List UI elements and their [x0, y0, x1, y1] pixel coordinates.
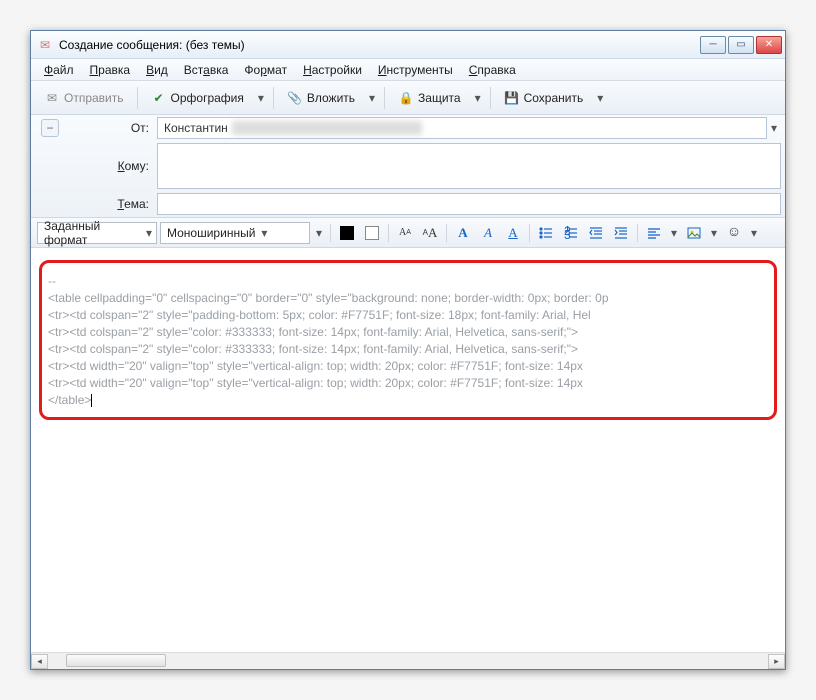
toolbar: ✉ Отправить ✔ Орфография ▾ 📎 Вложить ▾ 🔒… — [31, 81, 785, 115]
attach-button[interactable]: 📎 Вложить — [280, 86, 362, 110]
message-body[interactable]: -- <table cellpadding="0" cellspacing="0… — [31, 248, 785, 669]
emoji-button[interactable]: ☺ — [723, 222, 745, 244]
remove-header-button[interactable]: − — [41, 119, 59, 137]
security-button[interactable]: 🔒 Защита — [391, 86, 468, 110]
save-label: Сохранить — [524, 91, 584, 105]
menu-settings[interactable]: Настройки — [296, 61, 369, 79]
underline-button[interactable]: A — [502, 222, 524, 244]
menu-insert[interactable]: Вставка — [177, 61, 236, 79]
close-button[interactable]: ✕ — [756, 36, 782, 54]
headers: − От: Константин ▾ − Кому: Тема: — [31, 115, 785, 218]
menu-tools[interactable]: Инструменты — [371, 61, 460, 79]
bullet-list-button[interactable] — [535, 222, 557, 244]
paperclip-icon: 📎 — [287, 90, 303, 106]
window-title: Создание сообщения: (без темы) — [59, 38, 700, 52]
scroll-thumb[interactable] — [66, 654, 166, 667]
format-toolbar: Заданный формат▾ Моноширинный▾ ▾ AA AA A… — [31, 218, 785, 248]
code-content: -- <table cellpadding="0" cellspacing="0… — [48, 273, 768, 409]
from-field[interactable]: Константин — [157, 117, 767, 139]
menu-file[interactable]: Файл — [37, 61, 81, 79]
spelling-dropdown[interactable]: ▾ — [255, 87, 267, 109]
spelling-label: Орфография — [171, 91, 244, 105]
menu-format[interactable]: Формат — [237, 61, 294, 79]
security-label: Защита — [418, 91, 461, 105]
align-button[interactable] — [643, 222, 665, 244]
highlight-box: -- <table cellpadding="0" cellspacing="0… — [39, 260, 777, 420]
save-dropdown[interactable]: ▾ — [594, 87, 606, 109]
bg-color-button[interactable] — [361, 222, 383, 244]
separator — [490, 87, 491, 109]
indent-button[interactable] — [610, 222, 632, 244]
number-list-button[interactable]: 123 — [560, 222, 582, 244]
check-icon: ✔ — [151, 90, 167, 106]
menu-edit[interactable]: Правка — [83, 61, 138, 79]
from-dropdown[interactable]: ▾ — [767, 121, 781, 135]
emoji-dropdown[interactable]: ▾ — [748, 222, 760, 244]
security-dropdown[interactable]: ▾ — [472, 87, 484, 109]
outdent-button[interactable] — [585, 222, 607, 244]
text-color-button[interactable] — [336, 222, 358, 244]
font-family-combo[interactable]: Моноширинный▾ — [160, 222, 310, 244]
insert-dropdown[interactable]: ▾ — [708, 222, 720, 244]
scroll-left-button[interactable]: ◂ — [31, 654, 48, 669]
align-dropdown[interactable]: ▾ — [668, 222, 680, 244]
subject-label: Тема: — [65, 197, 157, 211]
subject-field[interactable] — [157, 193, 781, 215]
send-label: Отправить — [64, 91, 124, 105]
spelling-button[interactable]: ✔ Орфография — [144, 86, 251, 110]
send-button[interactable]: ✉ Отправить — [37, 86, 131, 110]
font-size-dropdown[interactable]: ▾ — [313, 222, 325, 244]
attach-dropdown[interactable]: ▾ — [366, 87, 378, 109]
to-field[interactable] — [157, 143, 781, 189]
from-label: От: — [65, 121, 157, 135]
separator — [637, 224, 638, 242]
titlebar: ✉ Создание сообщения: (без темы) ─ ▭ ✕ — [31, 31, 785, 59]
horizontal-scrollbar[interactable]: ◂ ▸ — [31, 652, 785, 669]
separator — [273, 87, 274, 109]
to-label: Кому: — [65, 159, 157, 173]
attach-label: Вложить — [307, 91, 355, 105]
separator — [137, 87, 138, 109]
separator — [384, 87, 385, 109]
save-button[interactable]: 💾 Сохранить — [497, 86, 591, 110]
svg-text:3: 3 — [564, 228, 571, 240]
scroll-right-button[interactable]: ▸ — [768, 654, 785, 669]
menu-view[interactable]: Вид — [139, 61, 175, 79]
save-icon: 💾 — [504, 90, 520, 106]
separator — [446, 224, 447, 242]
compose-window: ✉ Создание сообщения: (без темы) ─ ▭ ✕ Ф… — [30, 30, 786, 670]
send-icon: ✉ — [44, 90, 60, 106]
bold-button[interactable]: A — [452, 222, 474, 244]
separator — [388, 224, 389, 242]
app-icon: ✉ — [37, 37, 53, 53]
font-decrease-button[interactable]: AA — [394, 222, 416, 244]
insert-image-button[interactable] — [683, 222, 705, 244]
font-increase-button[interactable]: AA — [419, 222, 441, 244]
paragraph-style-combo[interactable]: Заданный формат▾ — [37, 222, 157, 244]
scroll-track[interactable] — [48, 654, 768, 669]
separator — [529, 224, 530, 242]
italic-button[interactable]: A — [477, 222, 499, 244]
menu-help[interactable]: Справка — [462, 61, 523, 79]
menubar: Файл Правка Вид Вставка Формат Настройки… — [31, 59, 785, 81]
minimize-button[interactable]: ─ — [700, 36, 726, 54]
maximize-button[interactable]: ▭ — [728, 36, 754, 54]
separator — [330, 224, 331, 242]
lock-icon: 🔒 — [398, 90, 414, 106]
